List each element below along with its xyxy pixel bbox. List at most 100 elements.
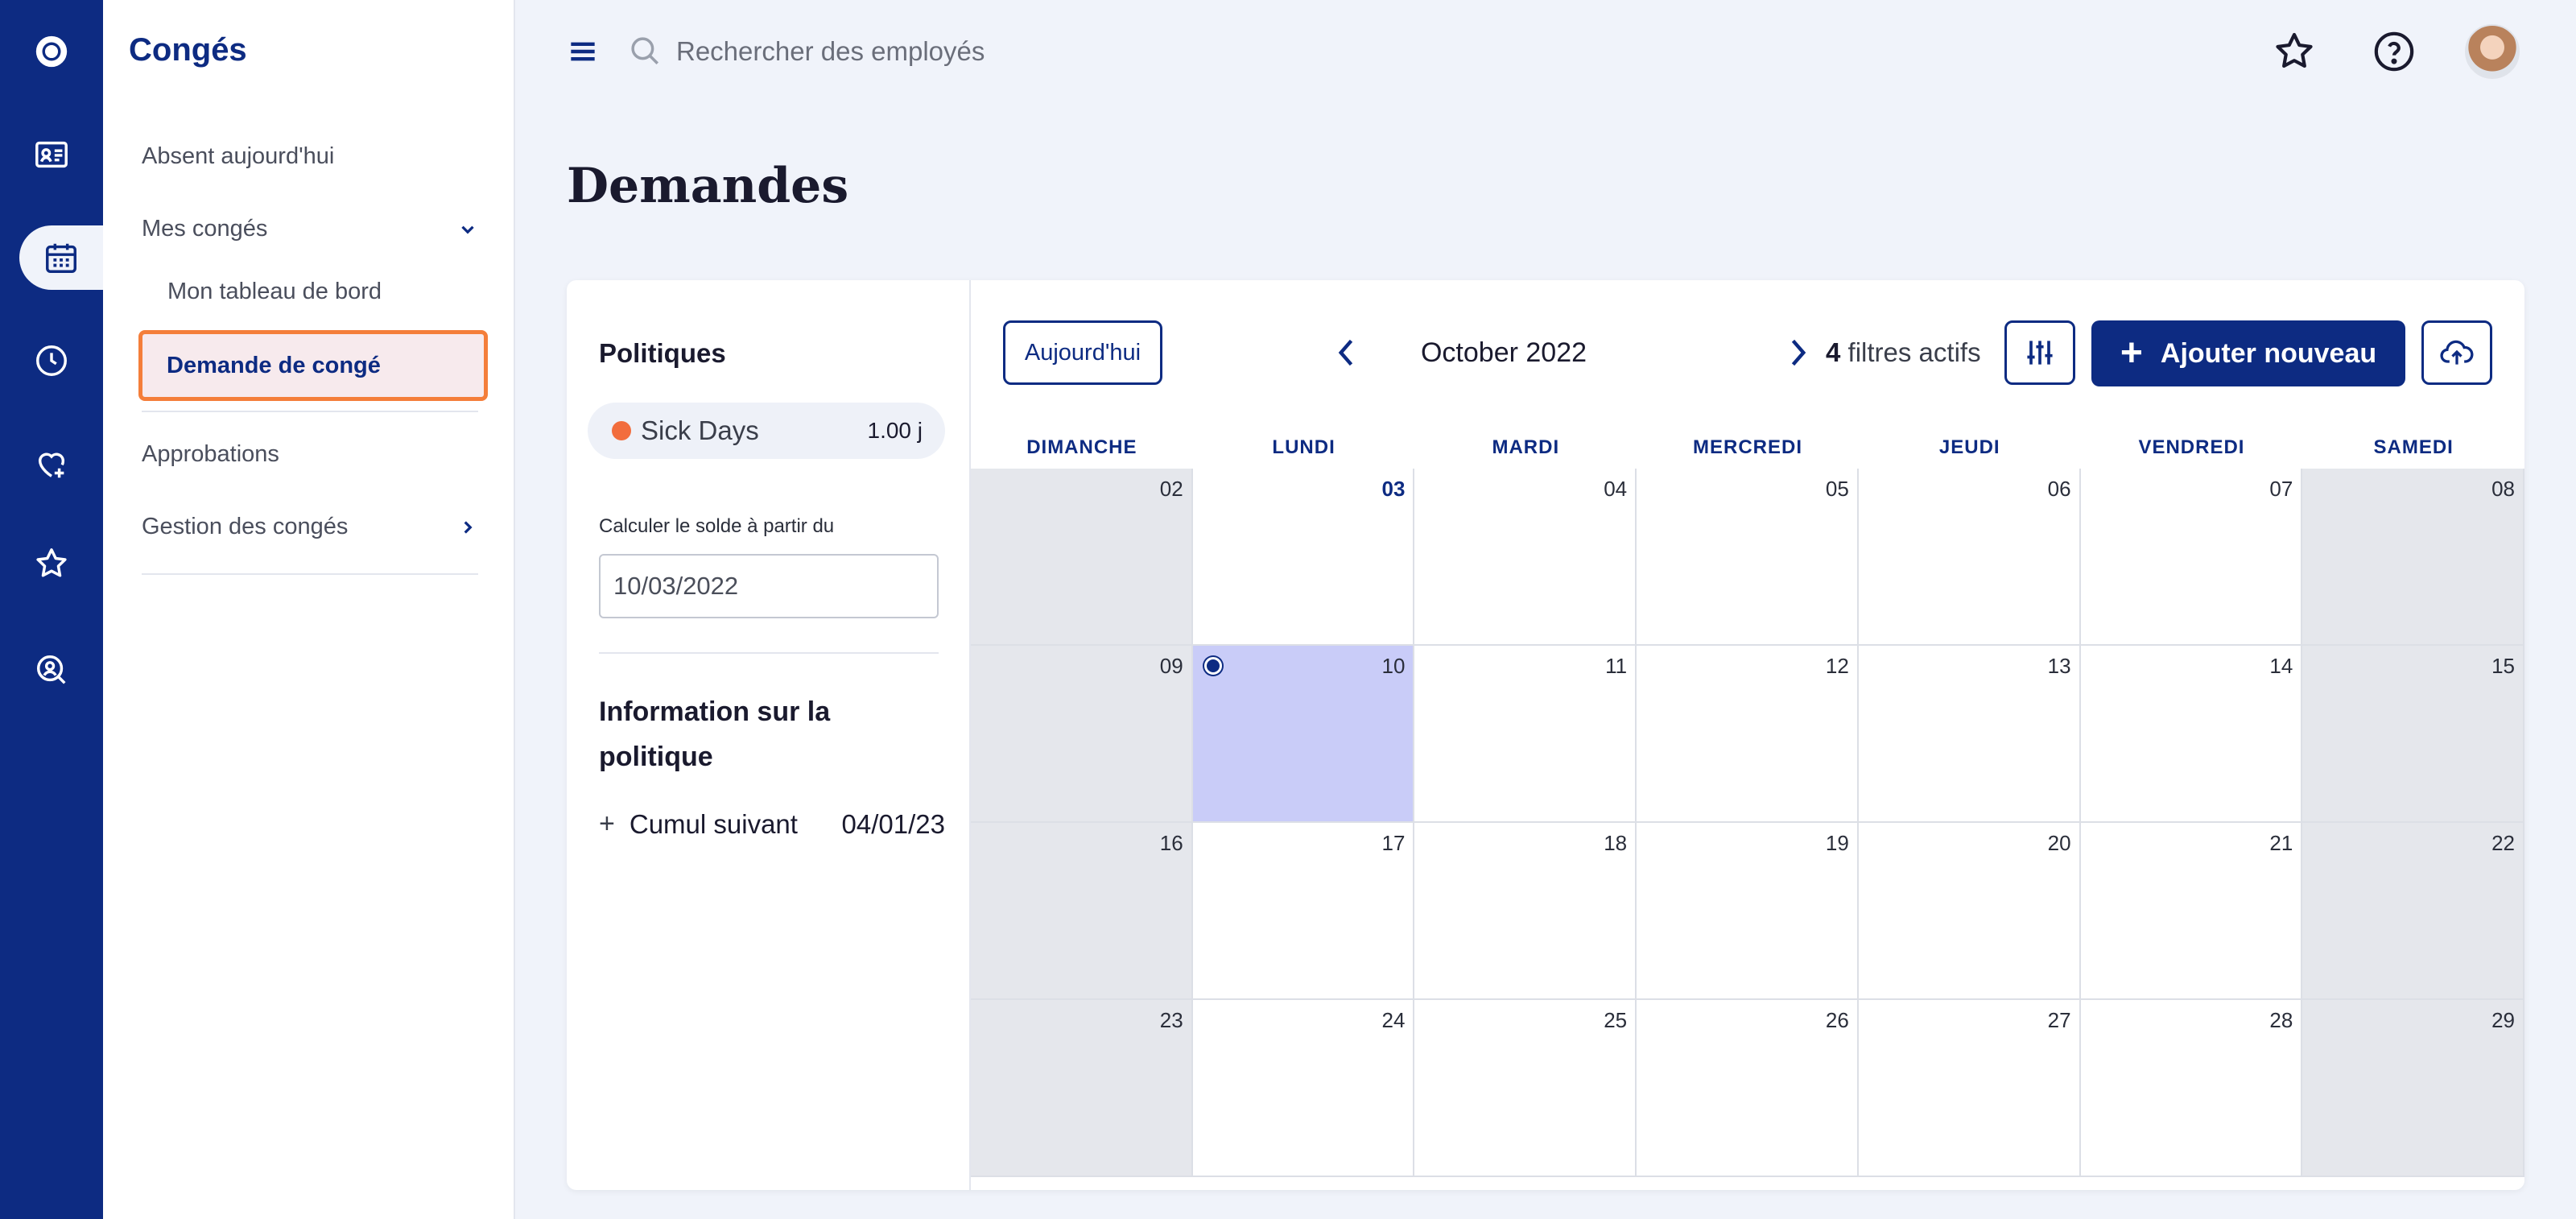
sidebar-item-absent-today[interactable]: Absent aujourd'hui: [142, 143, 478, 170]
upload-button[interactable]: [2421, 320, 2492, 385]
calendar-day-cell[interactable]: 20: [1858, 823, 2081, 1000]
calendar-day-number: 18: [1604, 831, 1628, 855]
calendar: Aujourd'hui October 2022 4 filtres actif…: [971, 280, 2524, 1190]
calendar-day-cell[interactable]: 22: [2302, 823, 2524, 1000]
calendar-day-cell[interactable]: 06: [1858, 469, 2081, 646]
sidebar-item-leave-request[interactable]: Demande de congé: [138, 330, 488, 401]
calendar-day-number: 24: [1381, 1008, 1406, 1032]
calendar-day-cell[interactable]: 19: [1637, 823, 1859, 1000]
calendar-day-cell[interactable]: 12: [1637, 646, 1859, 823]
calendar-day-number: 10: [1381, 654, 1406, 678]
balance-date-field[interactable]: [599, 554, 939, 618]
next-month-button[interactable]: [1777, 330, 1818, 375]
calendar-grid: 02 03 04 05 06 07 08 09 10 11 12 13 14 15 16 17 18 19 20 21…: [971, 469, 2524, 1177]
calendar-day-number: 16: [1159, 831, 1183, 855]
sidebar-item-dashboard[interactable]: Mon tableau de bord: [167, 279, 478, 305]
calendar-day-cell[interactable]: 28: [2080, 1000, 2303, 1177]
calendar-day-cell[interactable]: 18: [1414, 823, 1637, 1000]
weekday-label: SAMEDI: [2373, 436, 2454, 458]
calendar-day-cell[interactable]: 21: [2080, 823, 2303, 1000]
icon-rail: [0, 0, 103, 1219]
weekday-header: DIMANCHE LUNDI MARDI MERCREDI JEUDI VEND…: [971, 425, 2524, 470]
policy-name: Sick Days: [641, 415, 759, 445]
sidebar-item-approvals[interactable]: Approbations: [142, 441, 478, 468]
filters-button[interactable]: [2004, 320, 2075, 385]
calendar-day-number: 06: [2047, 477, 2071, 501]
current-month: October 2022: [1420, 337, 1587, 368]
balance-date-input[interactable]: [613, 572, 935, 601]
calendar-day-cell[interactable]: 05: [1637, 469, 1859, 646]
calendar-day-cell[interactable]: 11: [1414, 646, 1637, 823]
heart-icon[interactable]: [0, 432, 103, 496]
calendar-day-cell[interactable]: 27: [1858, 1000, 2081, 1177]
policy-item[interactable]: Sick Days 1.00 j: [588, 403, 945, 459]
search-input[interactable]: [676, 29, 1401, 74]
sidebar-item-my-leaves[interactable]: Mes congés: [142, 216, 478, 242]
chevron-right-icon: [1791, 339, 1806, 366]
calendar-day-cell[interactable]: 15: [2302, 646, 2524, 823]
next-accrual-label: Cumul suivant: [629, 808, 798, 839]
calendar-day-cell[interactable]: 17: [1192, 823, 1415, 1000]
calendar-day-number: 07: [2269, 477, 2293, 501]
calendar-day-cell[interactable]: 24: [1192, 1000, 1415, 1177]
calendar-day-number: 03: [1381, 477, 1406, 501]
policy-balance: 1.00 j: [867, 418, 923, 443]
calendar-day-cell[interactable]: 10: [1192, 646, 1415, 823]
policy-info-title: Information sur la politique: [599, 696, 831, 772]
sidebar: Congés Absent aujourd'hui Mes congés Mon…: [103, 0, 515, 1219]
calendar-day-cell[interactable]: 14: [2080, 646, 2303, 823]
id-card-icon[interactable]: [0, 122, 103, 187]
next-accrual-row[interactable]: + Cumul suivant 04/01/23: [599, 808, 945, 840]
calendar-day-cell[interactable]: 29: [2302, 1000, 2524, 1177]
today-button[interactable]: Aujourd'hui: [1003, 320, 1162, 385]
calendar-day-number: 14: [2269, 654, 2293, 678]
clock-icon[interactable]: [0, 329, 103, 393]
top-bar: [515, 0, 2576, 105]
chevron-right-icon: [464, 520, 473, 534]
avatar[interactable]: [2465, 24, 2520, 79]
weekday-label: DIMANCHE: [1026, 436, 1137, 458]
star-icon[interactable]: [0, 531, 103, 596]
calendar-day-number: 28: [2269, 1008, 2293, 1032]
sidebar-item-leave-management[interactable]: Gestion des congés: [142, 514, 478, 540]
logo-icon[interactable]: [0, 19, 103, 84]
calendar-day-cell[interactable]: 13: [1858, 646, 2081, 823]
calendar-day-cell[interactable]: 25: [1414, 1000, 1637, 1177]
calendar-day-number: 08: [2491, 477, 2515, 501]
calendar-day-cell[interactable]: 26: [1637, 1000, 1859, 1177]
calendar-day-cell[interactable]: 02: [971, 469, 1193, 646]
prev-month-button[interactable]: [1327, 330, 1367, 375]
calendar-day-cell[interactable]: 07: [2080, 469, 2303, 646]
calendar-day-number: 21: [2269, 831, 2293, 855]
chevron-left-icon: [1338, 339, 1353, 366]
sidebar-title: Congés: [129, 32, 247, 68]
active-filters-label: filtres actifs: [1847, 337, 1981, 367]
calendar-day-cell[interactable]: 16: [971, 823, 1193, 1000]
sidebar-item-label: Gestion des congés: [142, 514, 349, 539]
divider: [599, 652, 939, 654]
calendar-icon[interactable]: [19, 225, 103, 290]
sidebar-item-label: Demande de congé: [167, 352, 381, 378]
calendar-day-cell[interactable]: 04: [1414, 469, 1637, 646]
calendar-day-number: 05: [1825, 477, 1849, 501]
sidebar-item-label: Mon tableau de bord: [167, 279, 382, 304]
calendar-day-cell[interactable]: 08: [2302, 469, 2524, 646]
weekday-label: JEUDI: [1938, 436, 2000, 458]
calendar-day-number: 12: [1825, 654, 1849, 678]
search-person-icon[interactable]: [0, 638, 103, 702]
calendar-day-cell[interactable]: 09: [971, 646, 1193, 823]
add-new-button[interactable]: + Ajouter nouveau: [2091, 320, 2405, 386]
calendar-day-cell[interactable]: 23: [971, 1000, 1193, 1177]
divider: [142, 573, 478, 575]
plus-icon: +: [2120, 332, 2143, 374]
menu-icon[interactable]: [565, 34, 601, 69]
add-new-label: Ajouter nouveau: [2160, 337, 2377, 369]
help-icon[interactable]: [2372, 29, 2417, 74]
page-title: Demandes: [567, 158, 849, 214]
star-icon[interactable]: [2272, 29, 2317, 74]
expand-plus-icon[interactable]: +: [599, 808, 615, 840]
policies-title: Politiques: [599, 338, 726, 368]
calendar-day-number: 02: [1159, 477, 1183, 501]
calendar-day-cell[interactable]: 03: [1192, 469, 1415, 646]
next-accrual-date: 04/01/23: [841, 808, 945, 839]
